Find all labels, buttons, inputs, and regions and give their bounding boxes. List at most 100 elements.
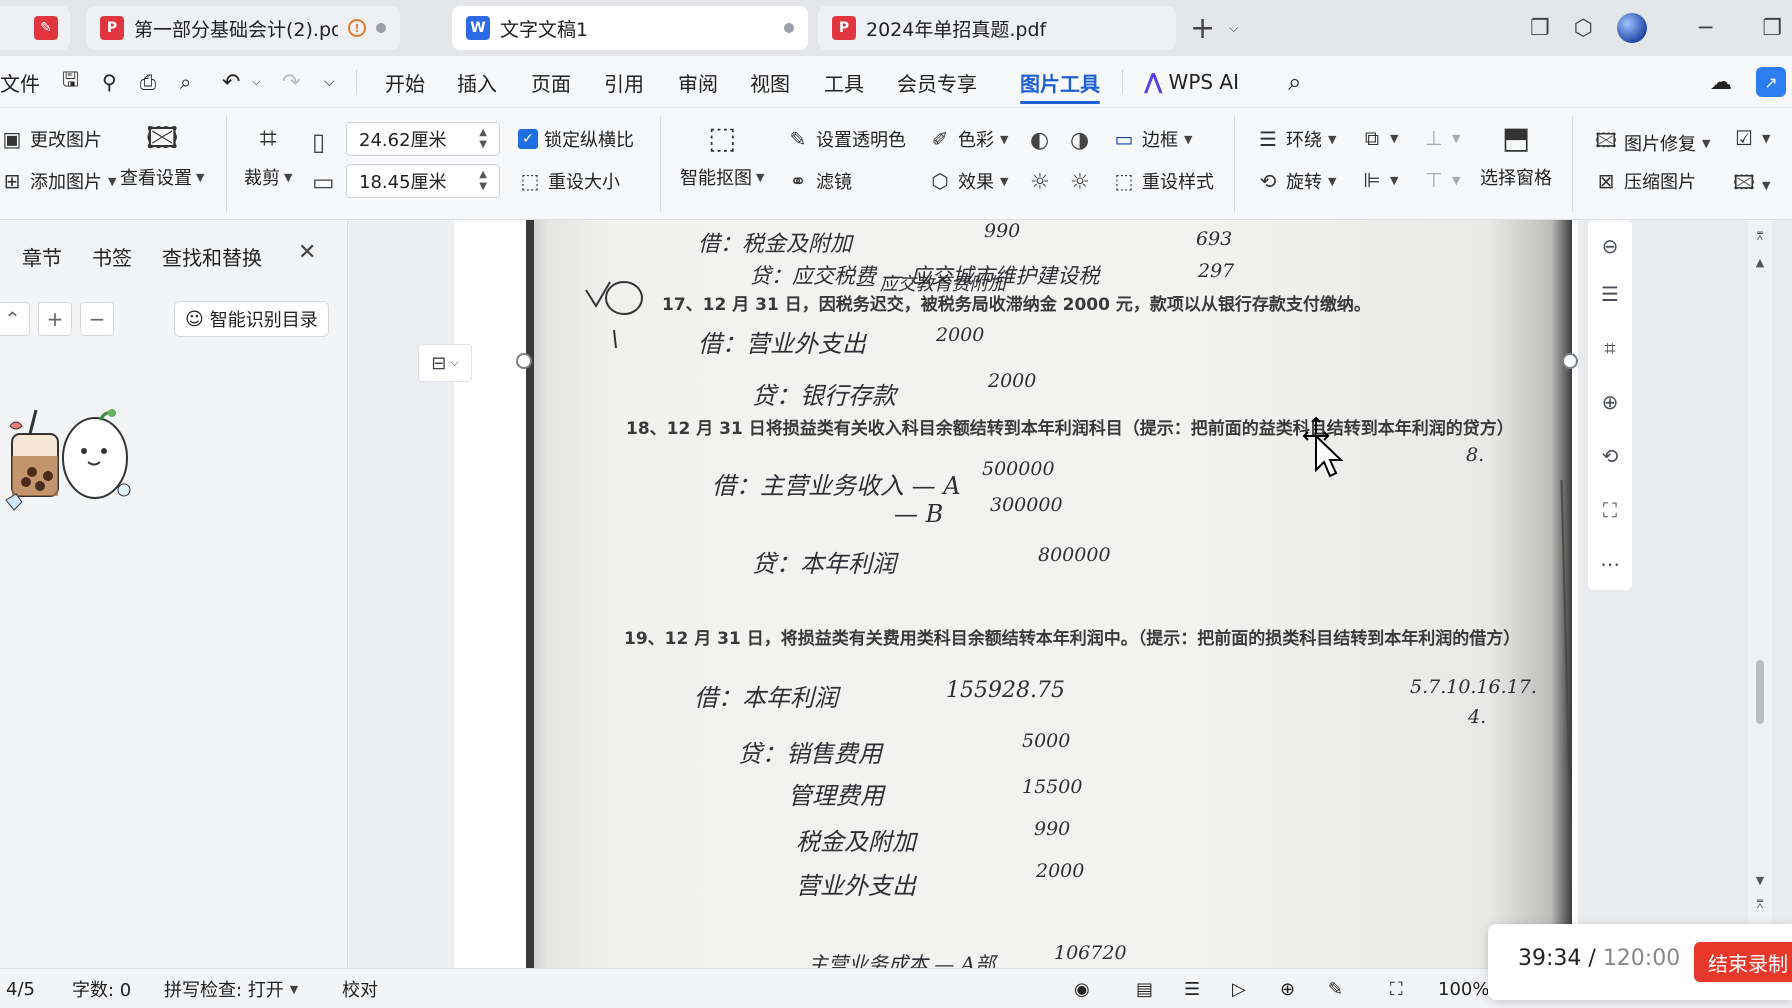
undo-icon[interactable]: ↶ xyxy=(222,56,240,108)
wrap-text-button[interactable]: ☰ xyxy=(1592,276,1628,312)
fit-page-icon[interactable]: ⛶ xyxy=(1390,969,1403,1008)
window-layout-icon[interactable]: ❐ xyxy=(1530,16,1550,41)
menu-page[interactable]: 页面 xyxy=(531,56,571,108)
view-settings-button[interactable]: 🖾 查看设置 ▼ xyxy=(120,122,204,190)
reset-size-button[interactable]: ⬚ 重设大小 xyxy=(518,168,620,194)
effect-button[interactable]: ⬡ 效果 ▼ xyxy=(928,168,1008,194)
more-options-button[interactable]: ⋯ xyxy=(1592,546,1628,582)
chevron-down-icon[interactable]: ⌵ xyxy=(252,56,260,108)
send-backward-button[interactable]: ⊤ ▼ xyxy=(1422,168,1460,192)
pen-icon[interactable]: ✎ xyxy=(1328,969,1343,1008)
tab-word-doc[interactable]: W 文字文稿1 xyxy=(452,6,808,50)
group-button[interactable]: ⧉ ▼ xyxy=(1360,126,1399,150)
collapse-button[interactable]: ⌃ xyxy=(0,302,30,336)
restore-icon[interactable]: ❐ xyxy=(1762,16,1782,41)
minimize-icon[interactable]: ─ xyxy=(1699,16,1712,41)
stepper-icon[interactable]: ▲ ▼ xyxy=(479,169,487,193)
picture-more-button[interactable]: 🖾 ▼ xyxy=(1732,168,1770,202)
menu-tools[interactable]: 工具 xyxy=(824,56,864,108)
share-button[interactable]: ↗ xyxy=(1756,56,1786,108)
play-icon[interactable]: ▷ xyxy=(1232,969,1246,1008)
tab-bookmarks[interactable]: 书签 xyxy=(92,242,132,271)
cloud-upload-icon[interactable]: ☁ xyxy=(1710,56,1732,108)
scroll-thumb[interactable] xyxy=(1756,660,1764,724)
menu-view[interactable]: 视图 xyxy=(750,56,790,108)
collapse-toolbar-button[interactable]: ⊖ xyxy=(1592,228,1628,264)
eye-protection-icon[interactable]: ◉ xyxy=(1074,969,1090,1008)
reset-style-button[interactable]: ⬚ 重设样式 xyxy=(1112,168,1214,194)
scroll-up-icon[interactable]: ▲ xyxy=(1748,256,1772,269)
align-button[interactable]: ⊫ ▼ xyxy=(1360,168,1398,192)
menu-insert[interactable]: 插入 xyxy=(457,56,497,108)
word-count[interactable]: 字数: 0 xyxy=(72,969,131,1008)
resize-handle-right[interactable] xyxy=(1562,353,1578,369)
rotate-picture-button[interactable]: ⟲ xyxy=(1592,438,1628,474)
border-button[interactable]: ▭ 边框 ▼ xyxy=(1112,126,1193,152)
print-icon[interactable]: ⎙ xyxy=(140,56,156,108)
brightness-increase-icon[interactable]: ◐ xyxy=(1030,128,1049,153)
float-crop-button[interactable]: ⌗ xyxy=(1592,330,1628,366)
prev-page-icon[interactable]: ⩞ xyxy=(1748,898,1772,912)
new-tab-icon[interactable]: + xyxy=(1190,11,1215,46)
color-button[interactable]: ✐ 色彩 ▼ xyxy=(928,126,1009,152)
resize-handle-left[interactable] xyxy=(516,353,532,369)
menu-member[interactable]: 会员专享 xyxy=(897,56,977,108)
pin-icon[interactable]: ⚲ xyxy=(102,56,117,108)
brightness-decrease-icon[interactable]: ☼ xyxy=(1070,170,1090,195)
search-icon[interactable]: ⌕ xyxy=(1288,56,1301,108)
layout-options-button[interactable]: ⊟ ⌵ xyxy=(418,344,472,382)
proofread-button[interactable]: 校对 xyxy=(342,969,378,1008)
rotate-button[interactable]: ⟲ 旋转 ▼ xyxy=(1256,168,1337,194)
bring-forward-button[interactable]: ⊥ ▼ xyxy=(1422,126,1460,150)
avatar[interactable] xyxy=(1616,13,1647,43)
set-transparent-button[interactable]: ✎ 设置透明色 xyxy=(786,126,906,152)
more-chevron-icon[interactable]: ⌵ xyxy=(324,56,335,108)
tab-pdf-accounting[interactable]: P 第一部分基础会计(2).pdf ! xyxy=(86,6,400,50)
zoom-in-button[interactable]: ⊕ xyxy=(1592,384,1628,420)
tab-find-replace[interactable]: 查找和替换 xyxy=(162,242,262,271)
cube-icon[interactable]: ⬡ xyxy=(1574,16,1593,41)
add-heading-button[interactable]: + xyxy=(38,302,72,336)
inserted-picture[interactable]: 借：税金及附加 990 贷：应交税费 — 应交城市维护建设税 693 — 应交教… xyxy=(526,220,1572,968)
menu-file[interactable]: 文件 xyxy=(0,56,40,108)
smart-select-button[interactable]: ⛶ xyxy=(1592,492,1628,528)
picture-repair-button[interactable]: 🖾 图片修复 ▼ xyxy=(1594,126,1710,160)
wrap-button[interactable]: ☰ 环绕 ▼ xyxy=(1256,126,1336,152)
page-view-icon[interactable]: ▤ xyxy=(1136,969,1153,1008)
zoom-level[interactable]: 100% xyxy=(1438,969,1489,1008)
brightness-icon[interactable]: ☼ xyxy=(1030,170,1050,195)
smart-toc-button[interactable]: ☺ 智能识别目录 xyxy=(174,301,329,337)
menu-references[interactable]: 引用 xyxy=(604,56,644,108)
menu-home[interactable]: 开始 xyxy=(385,56,425,108)
compress-picture-button[interactable]: ⊠ 压缩图片 xyxy=(1594,168,1696,194)
vertical-scrollbar[interactable]: ⩞ ▲ ▼ ⩞ ⩟ xyxy=(1748,220,1772,968)
tab-pdf-exam[interactable]: P 2024年单招真题.pdf xyxy=(818,6,1176,50)
menu-picture-tools[interactable]: 图片工具 xyxy=(1020,56,1100,108)
close-dot-icon[interactable] xyxy=(376,23,386,33)
save-icon[interactable]: 🖫 xyxy=(62,56,79,108)
close-icon[interactable]: ✕ xyxy=(298,240,316,265)
picture-check-button[interactable]: ☑ ▼ xyxy=(1732,126,1770,150)
remove-heading-button[interactable]: − xyxy=(80,302,114,336)
chevron-down-icon[interactable]: ⌵ xyxy=(1229,21,1238,36)
menu-review[interactable]: 审阅 xyxy=(678,56,718,108)
scroll-down-icon[interactable]: ▼ xyxy=(1748,874,1772,887)
lock-ratio-checkbox[interactable]: ✓ 锁定纵横比 xyxy=(518,126,634,152)
contrast-icon[interactable]: ◑ xyxy=(1070,128,1089,153)
stop-recording-button[interactable]: 结束录制 xyxy=(1694,942,1792,982)
menu-wps-ai[interactable]: ⋀ WPS AI xyxy=(1144,56,1239,108)
height-input[interactable]: 18.45厘米 ▲ ▼ xyxy=(346,164,500,198)
close-dot-icon[interactable] xyxy=(784,23,794,33)
filter-button[interactable]: ⚭ 滤镜 xyxy=(786,168,852,194)
redo-icon[interactable]: ↷ xyxy=(282,56,300,108)
stepper-icon[interactable]: ▲ ▼ xyxy=(479,127,487,151)
selection-pane-button[interactable]: ⬒ 选择窗格 xyxy=(1480,122,1552,190)
page-up-icon[interactable]: ⩞ xyxy=(1748,230,1772,244)
outline-view-icon[interactable]: ☰ xyxy=(1184,969,1200,1008)
spell-check-toggle[interactable]: 拼写检查: 打开 ▼ xyxy=(164,969,298,1008)
web-view-icon[interactable]: ⊕ xyxy=(1280,969,1295,1008)
tab-chapters[interactable]: 章节 xyxy=(22,242,62,271)
change-picture-button[interactable]: ▣ 更改图片 xyxy=(0,126,102,152)
smart-cutout-button[interactable]: ⬚ 智能抠图 ▼ xyxy=(680,122,764,190)
print-preview-icon[interactable]: ⌕ xyxy=(180,56,191,108)
